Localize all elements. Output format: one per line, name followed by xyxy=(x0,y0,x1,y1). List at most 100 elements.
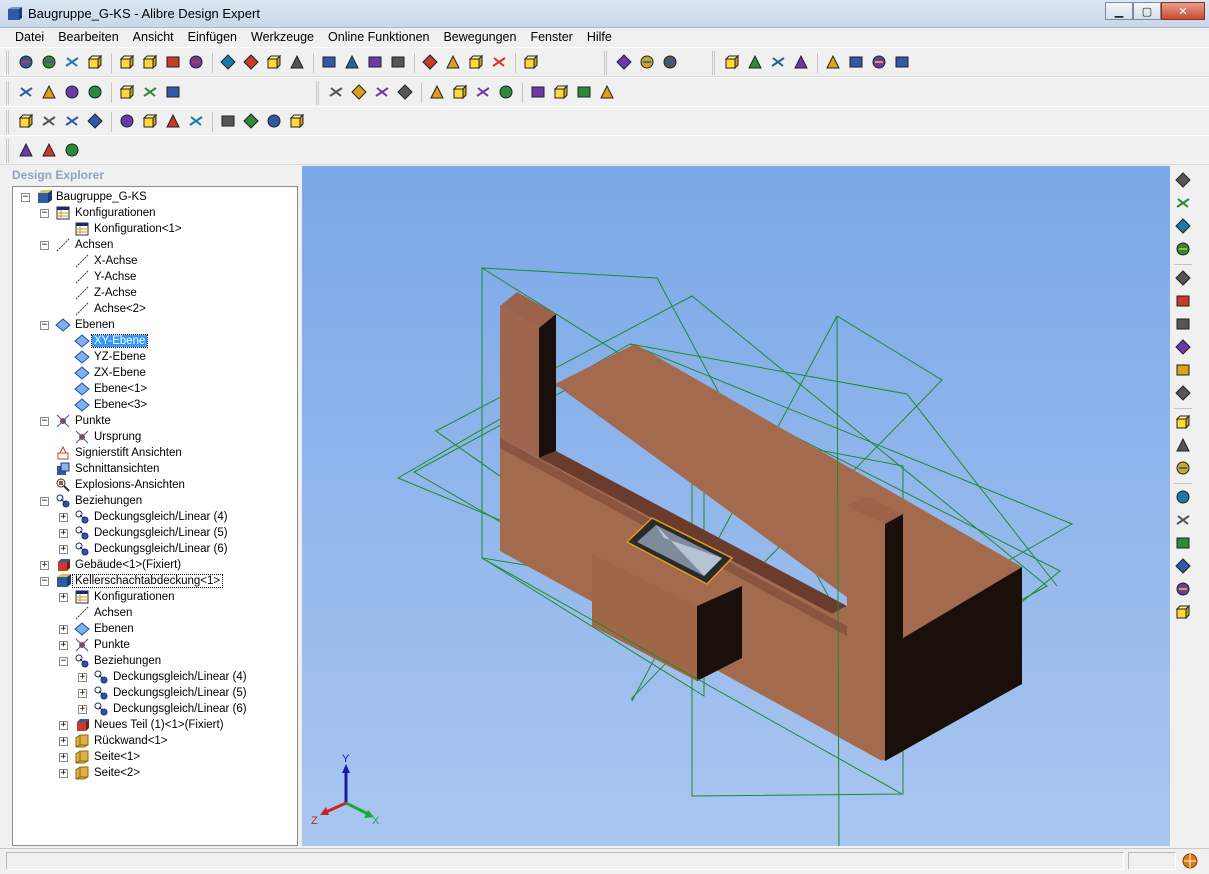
assembly-tree-button[interactable] xyxy=(15,111,37,133)
tree-item[interactable]: Ursprung xyxy=(59,429,143,445)
tree-item[interactable]: YZ-Ebene xyxy=(59,349,148,365)
tree-item[interactable]: + Neues Teil (1)<1>(Fixiert) xyxy=(59,717,226,733)
mate-c-button[interactable] xyxy=(1172,556,1194,578)
top-view-button[interactable] xyxy=(449,82,471,104)
collapse-toggle[interactable]: − xyxy=(40,576,49,586)
collapse-toggle[interactable]: − xyxy=(40,240,49,250)
expand-toggle[interactable]: + xyxy=(59,720,68,730)
collapse-toggle[interactable]: − xyxy=(40,496,49,506)
constraint-e-button[interactable] xyxy=(185,111,207,133)
tree-item[interactable]: Y-Achse xyxy=(59,269,138,285)
collapse-toggle[interactable]: − xyxy=(59,656,68,666)
add-part-button[interactable] xyxy=(1172,337,1194,359)
tree-item[interactable]: Schnittansichten xyxy=(40,461,161,477)
tree-item[interactable]: − Kellerschachtabdeckung<1> xyxy=(40,573,224,589)
tree-item[interactable]: Ebene<3> xyxy=(59,397,149,413)
menu-werkzeuge[interactable]: Werkzeuge xyxy=(244,28,321,48)
tree-item[interactable]: + Seite<1> xyxy=(59,749,142,765)
wireframe-button[interactable] xyxy=(527,82,549,104)
next-view-button[interactable] xyxy=(520,52,542,74)
menu-online-funktionen[interactable]: Online Funktionen xyxy=(321,28,436,48)
save-button[interactable] xyxy=(61,52,83,74)
collapse-toggle[interactable]: − xyxy=(40,208,49,218)
tree-item[interactable]: + Deckungsgleich/Linear (6) xyxy=(59,541,230,557)
mate-d-button[interactable] xyxy=(1172,579,1194,601)
collapse-toggle[interactable]: − xyxy=(40,320,49,330)
view-cube-button[interactable] xyxy=(1172,170,1194,192)
constraint-tool-button[interactable] xyxy=(822,52,844,74)
copy-special-button[interactable] xyxy=(116,52,138,74)
axis-tool-button[interactable] xyxy=(744,52,766,74)
redo-button[interactable] xyxy=(318,52,340,74)
pdf-button[interactable] xyxy=(15,140,37,162)
tree-item[interactable]: + Deckungsgleich/Linear (4) xyxy=(59,509,230,525)
menu-fenster[interactable]: Fenster xyxy=(523,28,579,48)
menu-bearbeiten[interactable]: Bearbeiten xyxy=(51,28,125,48)
delete-button[interactable] xyxy=(263,52,285,74)
tree-item[interactable]: + Konfigurationen xyxy=(59,589,177,605)
move-part-button[interactable] xyxy=(1172,383,1194,405)
gear-gray-button[interactable] xyxy=(1172,268,1194,290)
tree-item[interactable]: + Gebäude<1>(Fixiert) xyxy=(40,557,183,573)
screenshot-button[interactable] xyxy=(61,140,83,162)
interference-button[interactable] xyxy=(891,52,913,74)
tree-item[interactable]: Achse<2> xyxy=(59,301,148,317)
expand-toggle[interactable]: + xyxy=(59,768,68,778)
tree-item[interactable]: + Punkte xyxy=(59,637,132,653)
front-view-button[interactable] xyxy=(348,82,370,104)
undo-button[interactable] xyxy=(286,52,308,74)
lasso-button[interactable] xyxy=(387,52,409,74)
grid-dots-button[interactable] xyxy=(1172,193,1194,215)
expand-toggle[interactable]: + xyxy=(59,528,68,538)
expand-toggle[interactable]: + xyxy=(59,736,68,746)
right-view-button[interactable] xyxy=(426,82,448,104)
expand-toggle[interactable]: + xyxy=(59,512,68,522)
back-view-button[interactable] xyxy=(371,82,393,104)
tree-item[interactable]: + Deckungsgleich/Linear (6) xyxy=(78,701,249,717)
assembly-color-button[interactable] xyxy=(38,82,60,104)
collapse-toggle[interactable]: − xyxy=(40,416,49,426)
expand-toggle[interactable]: + xyxy=(78,672,87,682)
tree-item[interactable]: Konfiguration<1> xyxy=(59,221,184,237)
select-button[interactable] xyxy=(341,52,363,74)
tree-item[interactable]: − Baugruppe_G-KS xyxy=(21,189,149,205)
origin-button[interactable] xyxy=(596,82,618,104)
print-button[interactable] xyxy=(139,52,161,74)
tree-item[interactable]: − Konfigurationen xyxy=(40,205,158,221)
animation-button[interactable] xyxy=(38,140,60,162)
tree-item[interactable]: X-Achse xyxy=(59,253,139,269)
measure-button[interactable] xyxy=(845,52,867,74)
tree-item[interactable]: + Rückwand<1> xyxy=(59,733,170,749)
tree-item[interactable]: Signierstift Ansichten xyxy=(40,445,184,461)
marker-button[interactable] xyxy=(162,82,184,104)
tree-item[interactable]: + Deckungsgleich/Linear (5) xyxy=(78,685,249,701)
expand-toggle[interactable]: + xyxy=(78,704,87,714)
part-color-button[interactable] xyxy=(15,82,37,104)
paste-button[interactable] xyxy=(240,52,262,74)
explode-button[interactable] xyxy=(61,111,83,133)
minimize-button[interactable]: ▁ xyxy=(1105,2,1133,20)
collapse-toggle[interactable]: − xyxy=(21,192,30,202)
expand-toggle[interactable]: + xyxy=(59,544,68,554)
tree-item[interactable]: ZX-Ebene xyxy=(59,365,148,381)
arrow-small-button[interactable] xyxy=(1172,216,1194,238)
zoom-fit-button[interactable] xyxy=(465,52,487,74)
3d-viewport[interactable]: Y X Z xyxy=(302,166,1170,846)
sketch-button[interactable] xyxy=(61,82,83,104)
plane-tool-button[interactable] xyxy=(721,52,743,74)
constraint-i-button[interactable] xyxy=(286,111,308,133)
grid-button[interactable] xyxy=(495,82,517,104)
formula-button[interactable] xyxy=(1172,435,1194,457)
constraint-c-button[interactable] xyxy=(139,111,161,133)
point-sketch-button[interactable] xyxy=(139,82,161,104)
tree-item[interactable]: Explosions-Ansichten xyxy=(40,477,187,493)
menu-datei[interactable]: Datei xyxy=(8,28,51,48)
design-explorer-tree[interactable]: − Baugruppe_G-KS − Konfigurationen Konfigura… xyxy=(12,186,298,846)
tree-item[interactable]: XY-Ebene xyxy=(59,333,149,349)
tree-item[interactable]: Ebene<1> xyxy=(59,381,149,397)
tree-item[interactable]: − Ebenen xyxy=(40,317,117,333)
tree-item[interactable]: Z-Achse xyxy=(59,285,139,301)
menu-bewegungen[interactable]: Bewegungen xyxy=(436,28,523,48)
menu-hilfe[interactable]: Hilfe xyxy=(580,28,619,48)
copy-button[interactable] xyxy=(217,52,239,74)
